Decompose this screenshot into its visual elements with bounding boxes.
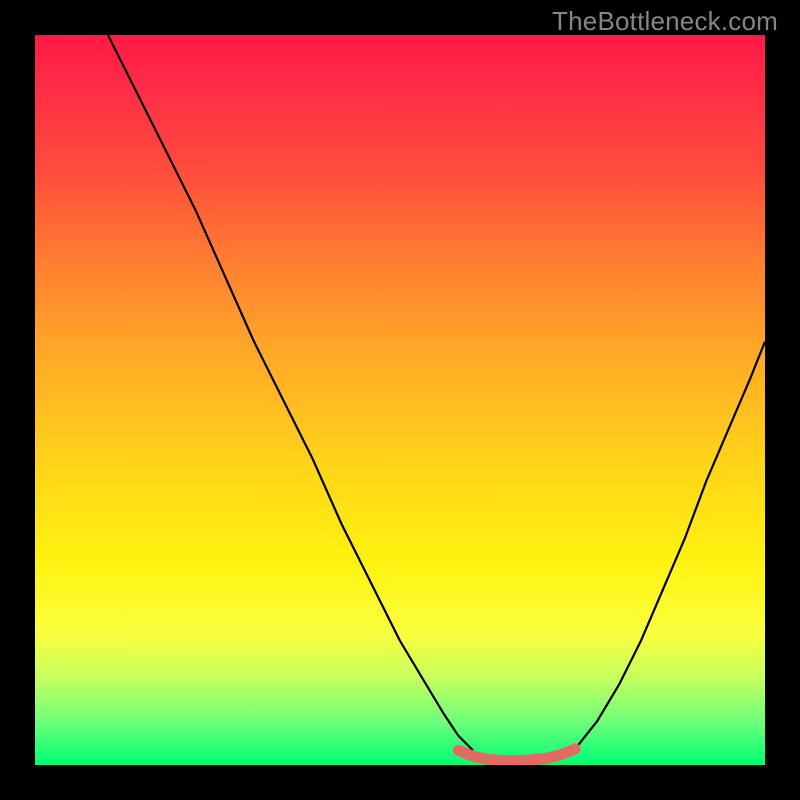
watermark-text: TheBottleneck.com: [552, 6, 778, 37]
curve-right-branch: [575, 342, 765, 749]
chart-frame: TheBottleneck.com: [0, 0, 800, 800]
curve-left-branch: [108, 35, 473, 750]
chart-plot-area: [35, 35, 765, 765]
chart-curves-svg: [35, 35, 765, 765]
curve-highlight: [458, 749, 575, 761]
